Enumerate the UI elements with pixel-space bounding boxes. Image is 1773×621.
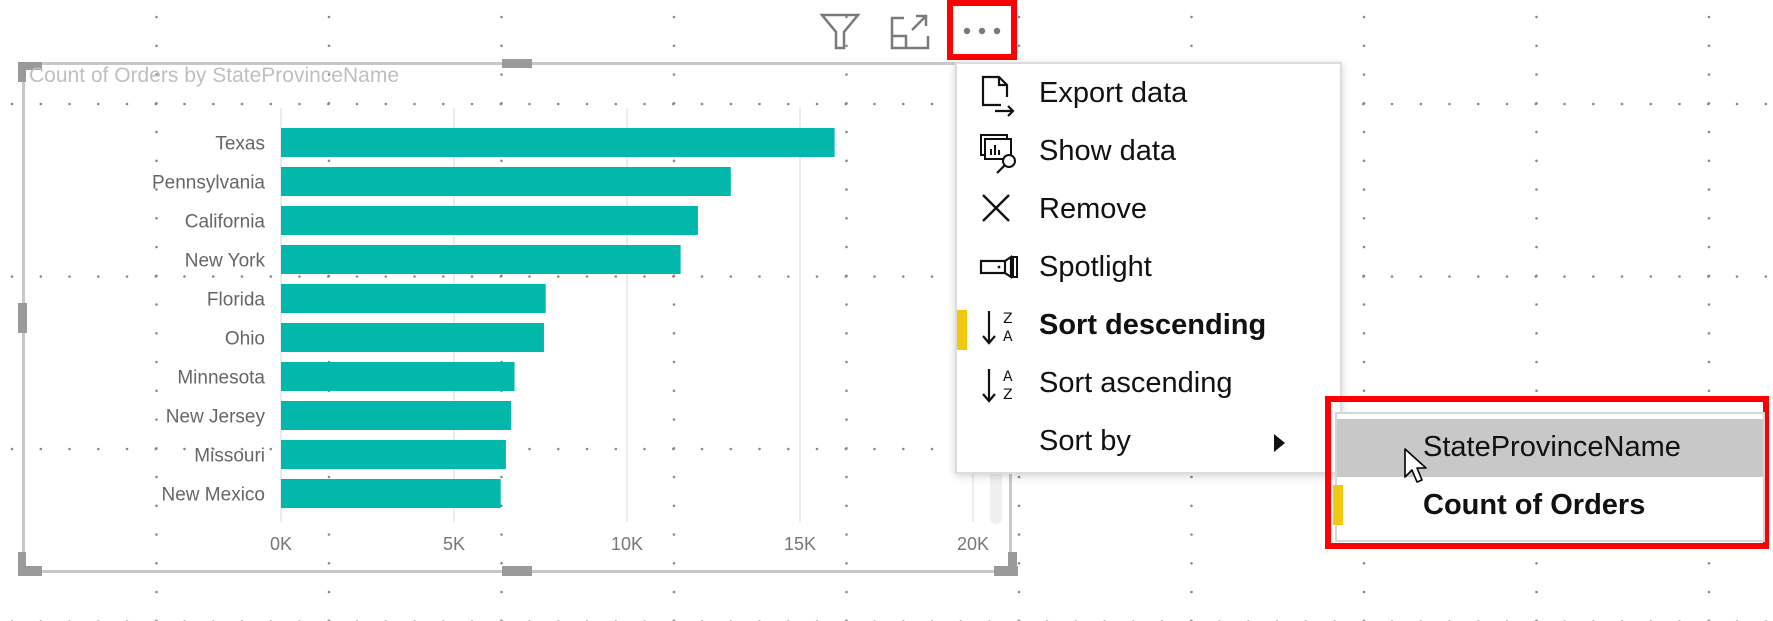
bar[interactable]	[281, 440, 506, 469]
category-label: Pennsylvania	[152, 173, 265, 194]
more-options-button[interactable]	[947, 0, 1017, 60]
menu-item-label: Spotlight	[1039, 251, 1152, 283]
menu-item-export-data[interactable]: Export data	[957, 66, 1340, 124]
show-data-icon	[980, 134, 1016, 174]
submenu-item-label: StateProvinceName	[1423, 431, 1681, 463]
menu-item-show-data[interactable]: Show data	[957, 124, 1340, 182]
filter-icon[interactable]	[818, 10, 862, 54]
menu-item-label: Remove	[1039, 193, 1147, 225]
selected-indicator	[957, 310, 967, 350]
menu-item-sort-by[interactable]: Sort by	[957, 414, 1340, 472]
focus-mode-icon[interactable]	[888, 10, 932, 54]
mouse-cursor-icon	[1404, 448, 1427, 483]
x-tick-label: 10K	[611, 534, 643, 554]
bar[interactable]	[281, 245, 681, 274]
more-options-icon	[963, 27, 1001, 35]
x-tick-label: 5K	[443, 534, 465, 554]
category-label: Minnesota	[177, 368, 265, 389]
menu-item-label: Export data	[1039, 77, 1188, 109]
menu-item-remove[interactable]: Remove	[957, 182, 1340, 240]
submenu-item-stateprovincename[interactable]: StateProvinceName	[1337, 419, 1763, 477]
menu-item-label: Sort descending	[1039, 309, 1267, 341]
bar[interactable]	[281, 284, 546, 313]
category-label: New Jersey	[166, 407, 266, 428]
sort-ascending-icon: A Z	[982, 369, 1013, 403]
svg-text:A: A	[1003, 329, 1013, 345]
selected-indicator	[1333, 485, 1343, 525]
chevron-right-icon	[1274, 434, 1285, 452]
category-label: New York	[185, 251, 266, 272]
more-options-menu: Export data Show data Remove Spotlight Z	[955, 62, 1342, 474]
menu-item-sort-ascending[interactable]: A Z Sort ascending	[957, 356, 1340, 414]
category-label: Florida	[207, 290, 266, 311]
remove-icon	[982, 194, 1010, 222]
x-tick-label: 15K	[784, 534, 816, 554]
menu-item-sort-descending[interactable]: Z A Sort descending	[957, 298, 1340, 356]
category-label: California	[185, 212, 266, 233]
bar[interactable]	[281, 167, 731, 196]
spotlight-icon	[979, 254, 1018, 280]
export-data-icon	[981, 75, 1015, 117]
bar[interactable]	[281, 479, 501, 508]
svg-text:Z: Z	[1003, 311, 1013, 327]
category-label: Texas	[215, 134, 265, 155]
svg-text:Z: Z	[1003, 387, 1013, 403]
bar[interactable]	[281, 323, 544, 352]
sort-by-submenu: StateProvinceName Count of Orders	[1333, 412, 1765, 542]
submenu-item-label: Count of Orders	[1423, 489, 1646, 521]
menu-item-label: Sort ascending	[1039, 367, 1233, 399]
submenu-item-count-of-orders[interactable]: Count of Orders	[1333, 477, 1763, 535]
category-label: Missouri	[194, 446, 265, 467]
x-tick-label: 0K	[270, 534, 292, 554]
menu-item-spotlight[interactable]: Spotlight	[957, 240, 1340, 298]
sort-descending-icon: Z A	[982, 311, 1013, 345]
bar[interactable]	[281, 362, 515, 391]
bar[interactable]	[281, 401, 512, 430]
menu-item-label: Show data	[1039, 135, 1177, 167]
menu-item-label: Sort by	[1039, 425, 1131, 457]
bar[interactable]	[281, 206, 698, 235]
category-label: New Mexico	[162, 485, 265, 506]
x-tick-label: 20K	[957, 534, 989, 554]
category-label: Ohio	[225, 329, 265, 350]
bar[interactable]	[281, 128, 835, 157]
svg-text:A: A	[1003, 369, 1013, 385]
